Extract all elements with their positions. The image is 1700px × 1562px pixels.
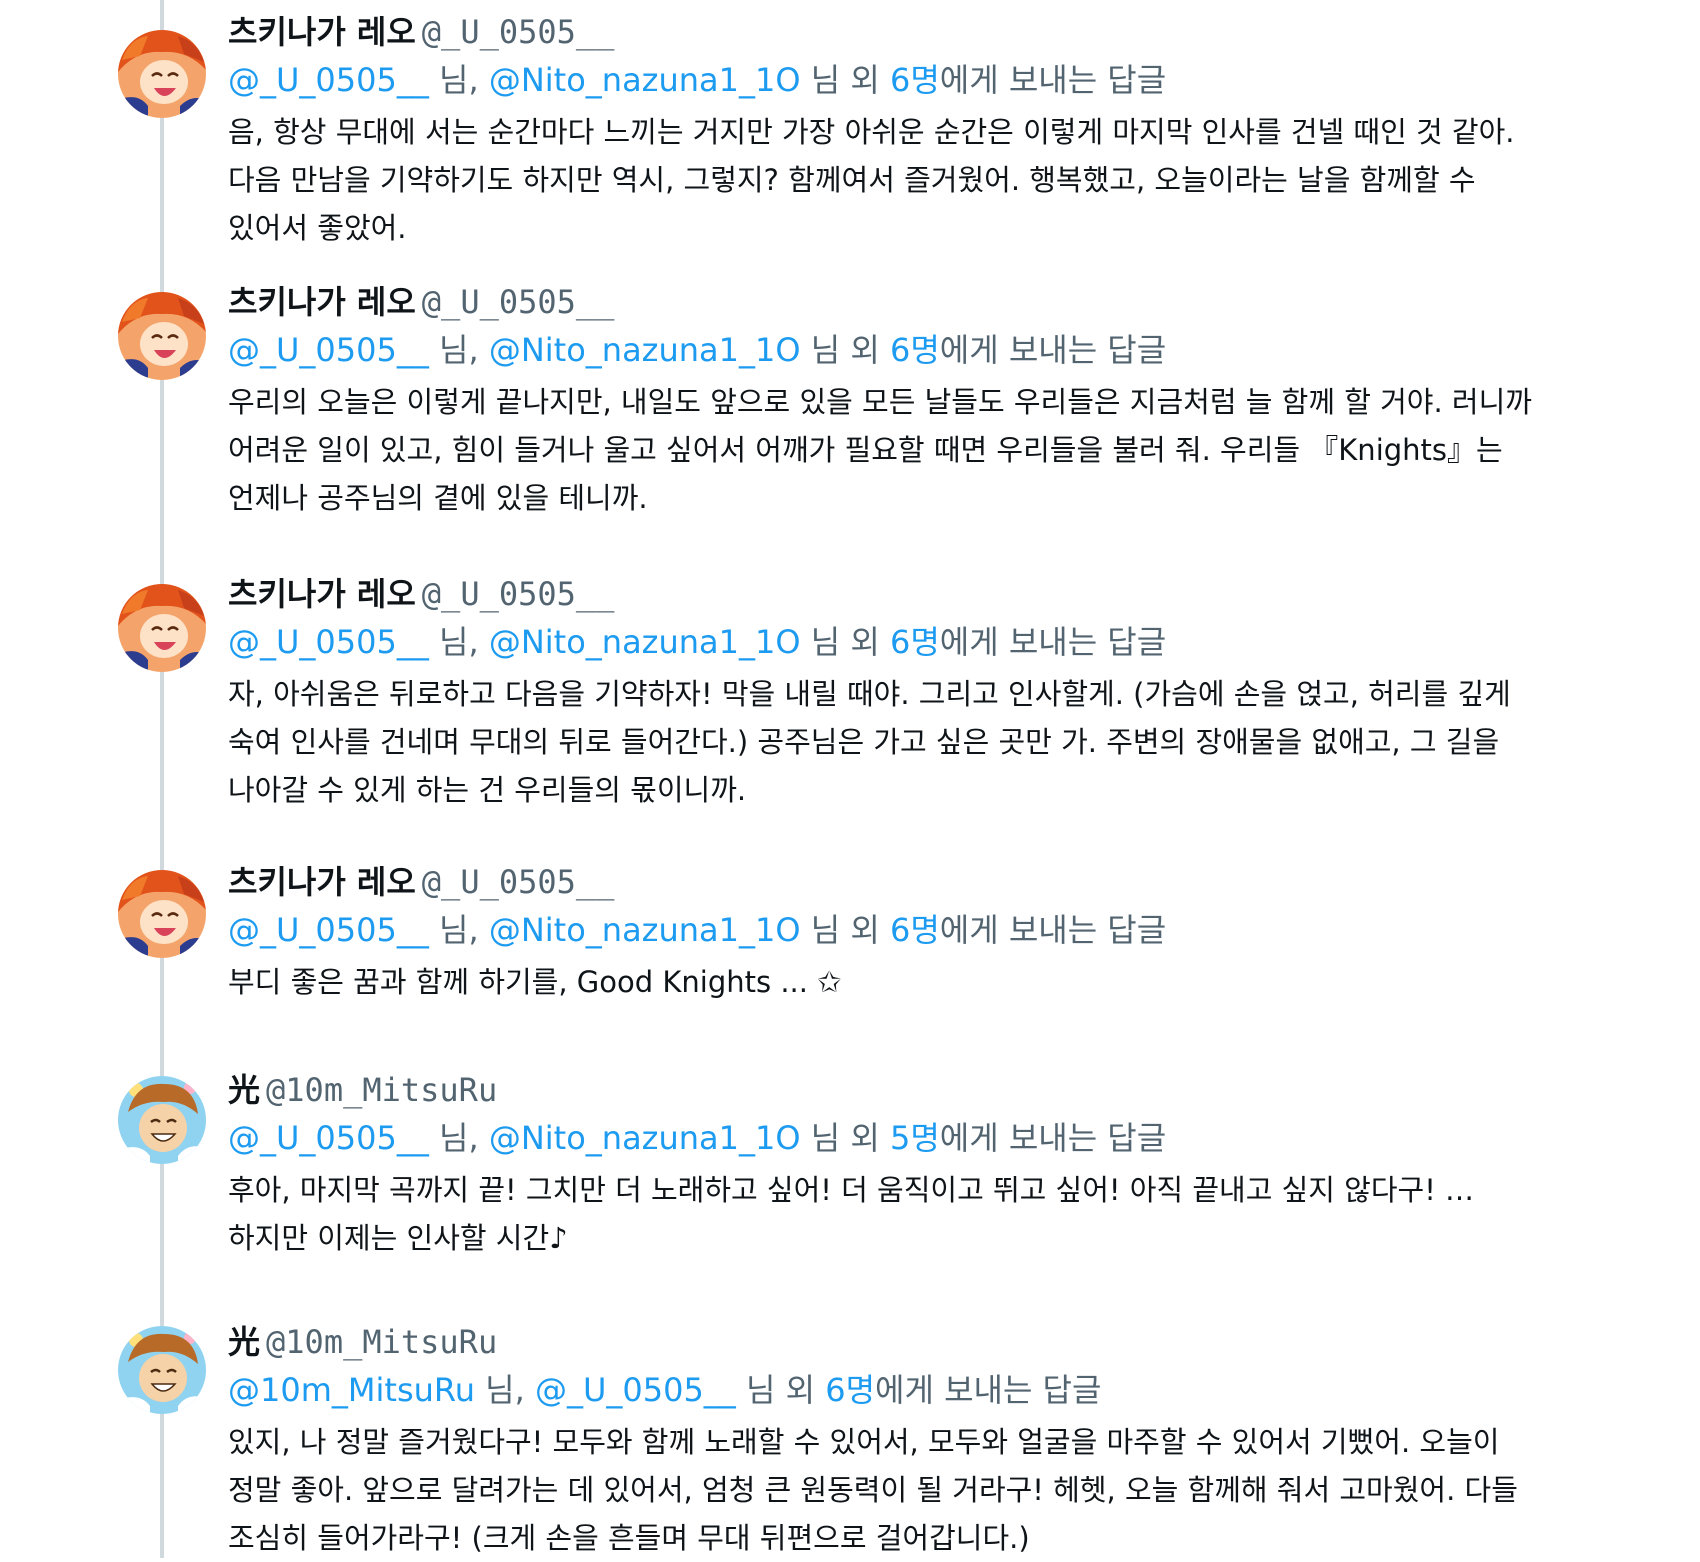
reply-context-text: 님,: [428, 61, 489, 99]
reply-context: @_U_0505__ 님, @Nito_nazuna1_1O 님 외 6명에게 …: [228, 618, 1550, 666]
tweet-header: 光 @10m_MitsuRu: [228, 1318, 1550, 1366]
reply-context: @_U_0505__ 님, @Nito_nazuna1_1O 님 외 6명에게 …: [228, 56, 1550, 104]
tweet-header: 츠키나가 레오 @_U_0505__: [228, 570, 1550, 618]
others-count-link[interactable]: 6명: [890, 623, 940, 661]
tweet-text: 자, 아쉬움은 뒤로하고 다음을 기약하자! 막을 내릴 때야. 그리고 인사할…: [228, 677, 1511, 807]
reply-context-text: 님 외: [800, 623, 890, 661]
mention-link[interactable]: @Nito_nazuna1_1O: [489, 623, 801, 661]
reply-context-text: 님,: [428, 1119, 489, 1157]
mention-link[interactable]: @_U_0505__: [535, 1371, 736, 1409]
reply-context-text: 에게 보내는 답글: [875, 1371, 1102, 1409]
thread-connector-line: [160, 0, 164, 1558]
tweet-header: 츠키나가 레오 @_U_0505__: [228, 858, 1550, 906]
reply-context-text: 님,: [428, 911, 489, 949]
mention-link[interactable]: @_U_0505__: [228, 331, 429, 369]
user-handle[interactable]: @_U_0505__: [422, 863, 615, 901]
reply-context: @_U_0505__ 님, @Nito_nazuna1_1O 님 외 6명에게 …: [228, 906, 1550, 954]
reply-context-text: 에게 보내는 답글: [939, 331, 1167, 369]
others-count-link[interactable]: 6명: [890, 911, 940, 949]
mention-link[interactable]: @10m_MitsuRu: [228, 1371, 475, 1409]
leo-avatar-image: [118, 584, 206, 672]
reply-context-text: 님 외: [800, 61, 890, 99]
tweet-header: 츠키나가 레오 @_U_0505__: [228, 8, 1550, 56]
reply-context-text: 님,: [428, 623, 489, 661]
tweet-text: 부디 좋은 꿈과 함께 하기를, Good Knights ... ✩: [228, 965, 842, 999]
mitsuru-avatar-image: [118, 1326, 206, 1414]
tweet-text: 음, 항상 무대에 서는 순간마다 느끼는 거지만 가장 아쉬운 순간은 이렇게…: [228, 115, 1515, 245]
leo-avatar-image: [118, 30, 206, 118]
mention-link[interactable]: @_U_0505__: [228, 1119, 429, 1157]
reply-context-text: 에게 보내는 답글: [939, 61, 1167, 99]
mention-link[interactable]: @Nito_nazuna1_1O: [489, 61, 801, 99]
leo-avatar-image: [118, 870, 206, 958]
reply-context-text: 님 외: [800, 331, 890, 369]
reply-context: @_U_0505__ 님, @Nito_nazuna1_1O 님 외 6명에게 …: [228, 326, 1550, 374]
reply-context-text: 에게 보내는 답글: [939, 911, 1167, 949]
reply-context-text: 님 외: [800, 1119, 890, 1157]
mention-link[interactable]: @_U_0505__: [228, 623, 429, 661]
display-name[interactable]: 光: [228, 1071, 260, 1109]
display-name[interactable]: 츠키나가 레오: [228, 863, 416, 901]
tweet-text: 후아, 마지막 곡까지 끝! 그치만 더 노래하고 싶어! 더 움직이고 뛰고 …: [228, 1173, 1475, 1255]
others-count-link[interactable]: 6명: [890, 331, 940, 369]
user-handle[interactable]: @_U_0505__: [422, 575, 615, 613]
mention-link[interactable]: @_U_0505__: [228, 61, 429, 99]
user-handle[interactable]: @_U_0505__: [422, 13, 615, 51]
reply-context: @_U_0505__ 님, @Nito_nazuna1_1O 님 외 5명에게 …: [228, 1114, 1550, 1162]
display-name[interactable]: 츠키나가 레오: [228, 13, 416, 51]
leo-avatar-image: [118, 292, 206, 380]
reply-context-text: 님,: [428, 331, 489, 369]
mention-link[interactable]: @Nito_nazuna1_1O: [489, 331, 801, 369]
tweet-text: 우리의 오늘은 이렇게 끝나지만, 내일도 앞으로 있을 모든 날들도 우리들은…: [228, 385, 1532, 515]
display-name[interactable]: 츠키나가 레오: [228, 283, 416, 321]
mention-link[interactable]: @Nito_nazuna1_1O: [489, 1119, 801, 1157]
user-handle[interactable]: @10m_MitsuRu: [266, 1323, 497, 1361]
reply-context-text: 에게 보내는 답글: [939, 623, 1167, 661]
display-name[interactable]: 츠키나가 레오: [228, 575, 416, 613]
display-name[interactable]: 光: [228, 1323, 260, 1361]
mention-link[interactable]: @_U_0505__: [228, 911, 429, 949]
mitsuru-avatar[interactable]: [118, 1326, 206, 1414]
others-count-link[interactable]: 6명: [825, 1371, 875, 1409]
reply-context-text: 님 외: [800, 911, 890, 949]
mitsuru-avatar-image: [118, 1076, 206, 1164]
reply-context-text: 님,: [474, 1371, 535, 1409]
reply-context: @10m_MitsuRu 님, @_U_0505__ 님 외 6명에게 보내는 …: [228, 1366, 1550, 1414]
reply-context-text: 님 외: [735, 1371, 826, 1409]
tweet-header: 光 @10m_MitsuRu: [228, 1066, 1550, 1114]
tweet-text: 있지, 나 정말 즐거웠다구! 모두와 함께 노래할 수 있어서, 모두와 얼굴…: [228, 1425, 1518, 1555]
others-count-link[interactable]: 6명: [890, 61, 940, 99]
others-count-link[interactable]: 5명: [890, 1119, 940, 1157]
leo-avatar[interactable]: [118, 292, 206, 380]
user-handle[interactable]: @_U_0505__: [422, 283, 615, 321]
leo-avatar[interactable]: [118, 870, 206, 958]
mention-link[interactable]: @Nito_nazuna1_1O: [489, 911, 801, 949]
user-handle[interactable]: @10m_MitsuRu: [266, 1071, 497, 1109]
mitsuru-avatar[interactable]: [118, 1076, 206, 1164]
leo-avatar[interactable]: [118, 584, 206, 672]
tweet-header: 츠키나가 레오 @_U_0505__: [228, 278, 1550, 326]
leo-avatar[interactable]: [118, 30, 206, 118]
reply-context-text: 에게 보내는 답글: [939, 1119, 1167, 1157]
